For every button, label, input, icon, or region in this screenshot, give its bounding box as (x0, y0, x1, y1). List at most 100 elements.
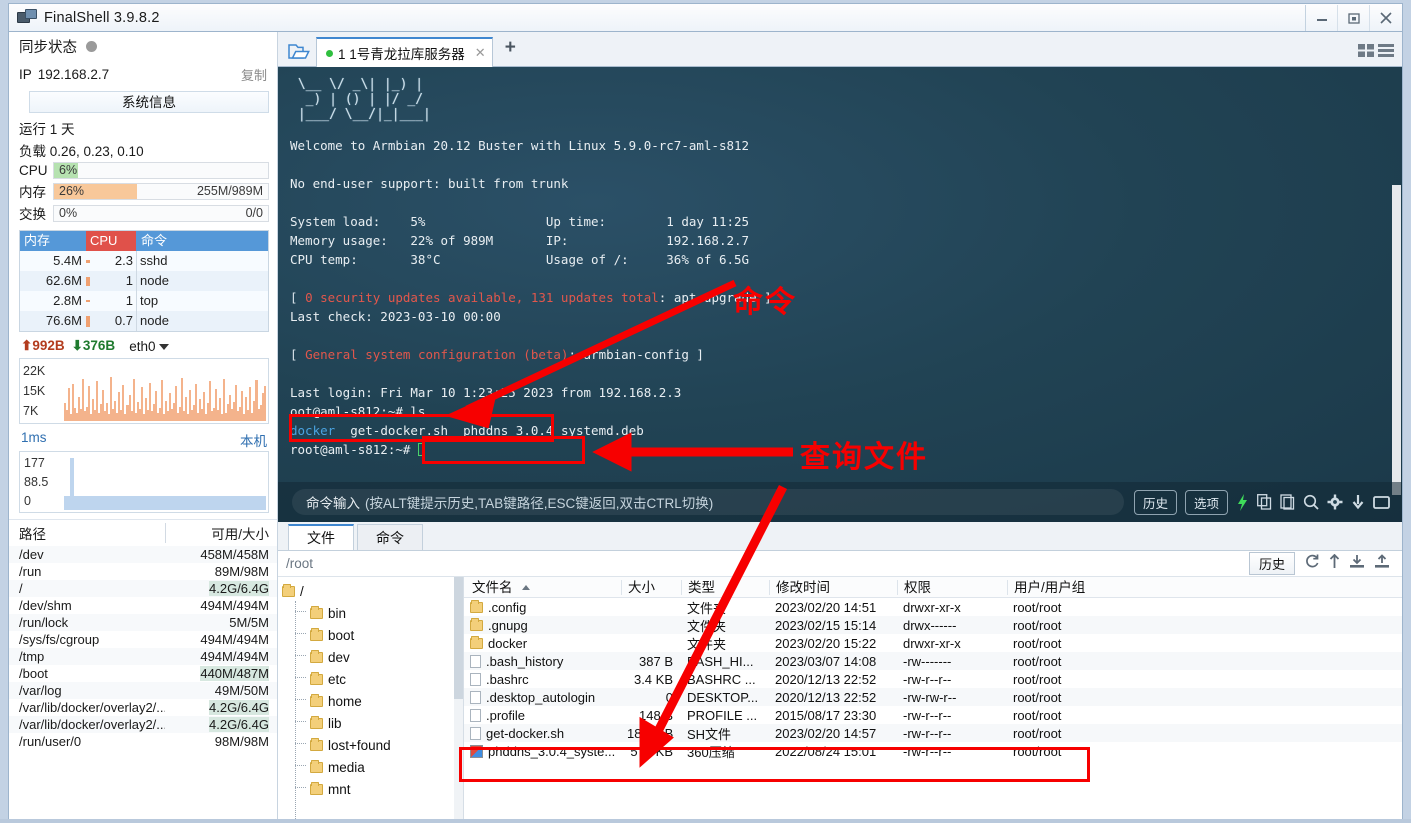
process-row[interactable]: 5.4M 2.3 sshd (20, 251, 268, 271)
file-type: BASHRC ... (687, 671, 756, 687)
disk-row[interactable]: /var/log 49M/50M (9, 682, 277, 699)
tree-item-label: dev (328, 649, 350, 665)
file-name: get-docker.sh (486, 725, 565, 741)
disk-row[interactable]: /sys/fs/cgroup 494M/494M (9, 631, 277, 648)
tree-item-etc[interactable]: etc (278, 668, 463, 690)
resource-meters: CPU 6% 内存 26% 255M/989M 交换 0% 0/0 (9, 161, 277, 224)
tree-item-boot[interactable]: boot (278, 624, 463, 646)
tab-files[interactable]: 文件 (288, 524, 354, 550)
system-info-button[interactable]: 系统信息 (29, 91, 269, 113)
file-row[interactable]: get-docker.sh 18.5 KB SH文件 2023/02/20 14:57… (464, 724, 1402, 742)
network-stats-row: ⬆992B ⬇376B eth0 (9, 332, 277, 356)
file-row[interactable]: .bashrc 3.4 KB BASHRC ... 2020/12/13 22:52 -… (464, 670, 1402, 688)
file-header-perm[interactable]: 权限 (897, 579, 1007, 595)
file-row[interactable]: .desktop_autologin 0 DESKTOP... 2020/12/13 … (464, 688, 1402, 706)
new-tab-button[interactable]: + (505, 37, 516, 59)
restore-button[interactable] (1338, 4, 1370, 31)
disk-path: /var/lib/docker/overlay2/... (19, 700, 165, 715)
file-row[interactable]: .gnupg 文件夹 2023/02/15 15:14 drwx------ root/… (464, 616, 1402, 634)
file-header-mtime[interactable]: 修改时间 (769, 579, 897, 595)
tree-item-root[interactable]: / (278, 580, 463, 602)
terminal-scrollbar[interactable] (1392, 185, 1401, 495)
tree-item-bin[interactable]: bin (278, 602, 463, 624)
command-input[interactable]: 命令输入 (按ALT键提示历史,TAB键路径,ESC键返回,双击CTRL切换) (292, 489, 1124, 515)
disk-size: 4.2G/6.4G (209, 700, 269, 715)
tree-scrollbar[interactable] (454, 577, 463, 819)
tree-item-lib[interactable]: lib (278, 712, 463, 734)
window-icon[interactable] (1373, 495, 1390, 510)
paste-icon[interactable] (1280, 494, 1295, 510)
chevron-down-icon (159, 343, 170, 350)
file-header-name[interactable]: 文件名 (464, 580, 621, 595)
file-perm: -rw------- (903, 653, 952, 669)
tree-item-home[interactable]: home (278, 690, 463, 712)
disk-row[interactable]: /dev/shm 494M/494M (9, 597, 277, 614)
disk-header-path[interactable]: 路径 (19, 523, 165, 543)
refresh-icon[interactable] (1304, 554, 1320, 574)
annotation-box-filename (422, 436, 585, 464)
download-icon[interactable] (1351, 494, 1365, 510)
network-interface-selector[interactable]: eth0 (129, 339, 170, 354)
tree-item-mnt[interactable]: mnt (278, 778, 463, 800)
grid-view-icon[interactable] (1358, 43, 1375, 63)
terminal-history-button[interactable]: 历史 (1133, 489, 1177, 515)
process-header-mem[interactable]: 内存 (20, 231, 86, 251)
lightning-icon[interactable] (1236, 493, 1249, 511)
disk-row[interactable]: /boot 440M/487M (9, 665, 277, 682)
disk-row[interactable]: /var/lib/docker/overlay2/... 4.2G/6.4G (9, 699, 277, 716)
disk-path: / (19, 581, 23, 596)
up-arrow-icon[interactable] (1329, 553, 1340, 574)
process-row[interactable]: 2.8M 1 top (20, 291, 268, 311)
meter-percent: 6% (59, 163, 78, 177)
meter-row-CPU: CPU 6% (9, 161, 277, 180)
network-upload-label: ⬆992B (21, 338, 65, 353)
upload-icon[interactable] (1374, 553, 1390, 574)
process-header-cpu[interactable]: CPU (86, 231, 136, 251)
tree-item-lost+found[interactable]: lost+found (278, 734, 463, 756)
tab-commands[interactable]: 命令 (357, 524, 423, 550)
file-row[interactable]: .bash_history 387 B BASH_HI... 2023/03/07 1… (464, 652, 1402, 670)
file-name-cell: .desktop_autologin (464, 690, 621, 705)
search-icon[interactable] (1303, 494, 1319, 510)
download-icon[interactable] (1349, 554, 1365, 574)
file-header-type[interactable]: 类型 (681, 579, 769, 595)
minimize-button[interactable] (1306, 4, 1338, 31)
file-row[interactable]: .config 文件夹 2023/02/20 14:51 drwxr-xr-x root… (464, 598, 1402, 616)
terminal-tab-bar: 1 1号青龙拉库服务器 ✕ + (278, 32, 1402, 67)
copy-ip-button[interactable]: 复制 (241, 65, 267, 84)
app-window: FinalShell 3.9.8.2 同步状态 IP 192.168.2.7 复… (0, 0, 1411, 823)
gear-icon[interactable] (1327, 494, 1343, 510)
file-row[interactable]: .profile 148 B PROFILE ... 2015/08/17 23:30… (464, 706, 1402, 724)
terminal-config-line: [ General system configuration (beta): a… (290, 347, 704, 362)
current-path[interactable]: /root (278, 556, 313, 571)
disk-row[interactable]: /run/lock 5M/5M (9, 614, 277, 631)
file-row[interactable]: docker 文件夹 2023/02/20 15:22 drwxr-xr-x root/… (464, 634, 1402, 652)
disk-header-size[interactable]: 可用/大小 (165, 523, 269, 543)
file-history-button[interactable]: 历史 (1248, 552, 1295, 575)
disk-row[interactable]: /tmp 494M/494M (9, 648, 277, 665)
disk-row[interactable]: / 4.2G/6.4G (9, 580, 277, 597)
copy-icon[interactable] (1257, 494, 1272, 510)
list-view-icon[interactable] (1378, 43, 1395, 63)
disk-row[interactable]: /run/user/0 98M/98M (9, 733, 277, 750)
process-header-cmd[interactable]: 命令 (136, 231, 268, 251)
disk-row[interactable]: /var/lib/docker/overlay2/... 4.2G/6.4G (9, 716, 277, 733)
tree-item-label: home (328, 693, 362, 709)
disk-row[interactable]: /run 89M/98M (9, 563, 277, 580)
close-tab-icon[interactable]: ✕ (475, 45, 486, 61)
file-panel-body: / bin boot dev etc home lib lost+found media mnt … (278, 577, 1402, 819)
tree-item-media[interactable]: media (278, 756, 463, 778)
terminal-tab[interactable]: 1 1号青龙拉库服务器 ✕ (316, 37, 493, 67)
process-mem: 5.4M (53, 253, 82, 268)
terminal-options-button[interactable]: 选项 (1184, 489, 1228, 515)
process-row[interactable]: 76.6M 0.7 node (20, 311, 268, 331)
file-header-size[interactable]: 大小 (621, 579, 681, 595)
close-button[interactable] (1370, 5, 1402, 31)
folder-icon (470, 635, 483, 649)
open-folder-icon[interactable] (282, 36, 316, 66)
tree-item-dev[interactable]: dev (278, 646, 463, 668)
process-row[interactable]: 62.6M 1 node (20, 271, 268, 291)
disk-row[interactable]: /dev 458M/458M (9, 546, 277, 563)
file-header-owner[interactable]: 用户/用户组 (1007, 579, 1402, 595)
file-owner: root/root (1013, 617, 1062, 633)
